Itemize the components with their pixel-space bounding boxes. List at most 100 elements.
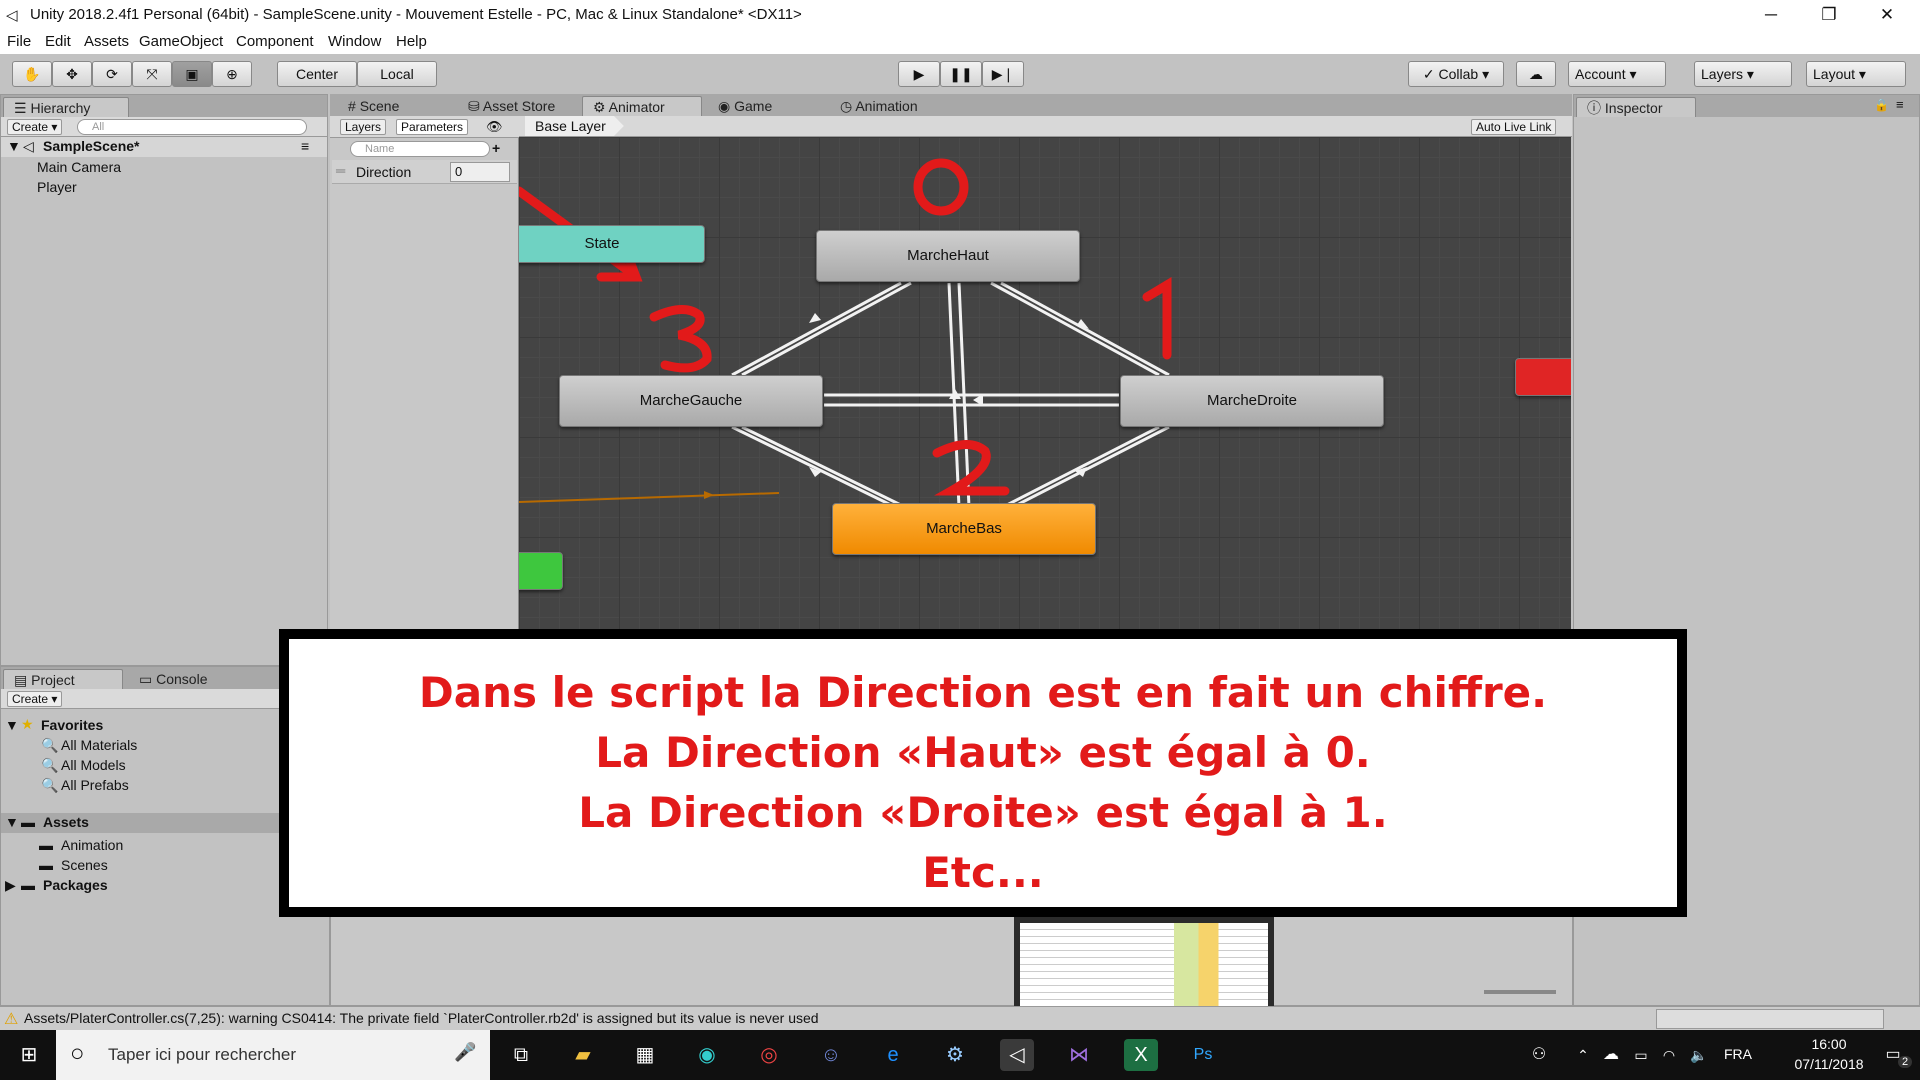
parameter-row[interactable]: ═ Direction 0: [332, 160, 517, 184]
scale-tool-icon[interactable]: ⤧: [132, 61, 172, 87]
tab-game[interactable]: ◉ Game: [708, 96, 782, 116]
state-marche-bas[interactable]: MarcheBas: [832, 503, 1096, 555]
maximize-button[interactable]: ❐: [1798, 0, 1860, 30]
file-explorer-icon[interactable]: ▰: [566, 1039, 600, 1071]
pivot-center-button[interactable]: Center: [277, 61, 357, 87]
lock-icon[interactable]: 🔒: [1874, 98, 1889, 112]
breadcrumb[interactable]: Base Layer: [525, 116, 624, 136]
create-label: Create: [12, 120, 49, 134]
state-marche-haut[interactable]: MarcheHaut: [816, 230, 1080, 282]
eye-icon[interactable]: 👁: [486, 119, 503, 135]
hierarchy-search-input[interactable]: All: [77, 119, 307, 135]
close-button[interactable]: ✕: [1856, 0, 1918, 30]
microphone-icon[interactable]: 🎤: [454, 1042, 476, 1063]
layers-dropdown[interactable]: Layers ▾: [1694, 61, 1792, 87]
panel-menu-icon[interactable]: ≡: [1896, 97, 1904, 112]
pause-button[interactable]: ❚❚: [940, 61, 982, 87]
zoom-slider[interactable]: [1484, 990, 1556, 994]
rect-tool-icon[interactable]: ▣: [172, 61, 212, 87]
packages-expand-icon[interactable]: ▶: [5, 877, 16, 894]
rotate-tool-icon[interactable]: ⟳: [92, 61, 132, 87]
chrome-icon[interactable]: ◎: [752, 1039, 786, 1071]
hierarchy-item-player[interactable]: Player: [37, 179, 77, 195]
photoshop-icon[interactable]: Ps: [1186, 1039, 1220, 1071]
menu-help[interactable]: Help: [396, 33, 427, 50]
tab-scene[interactable]: # Scene: [338, 96, 409, 116]
edge-icon[interactable]: e: [876, 1039, 910, 1071]
tab-animator[interactable]: ⚙ Animator: [582, 96, 702, 116]
taskbar-search-input[interactable]: Taper ici pour rechercher: [108, 1045, 296, 1065]
taskbar-search-box[interactable]: ○ Taper ici pour rechercher 🎤: [56, 1030, 490, 1080]
tab-project[interactable]: ▤ Project: [3, 669, 123, 689]
pivot-local-button[interactable]: Local: [357, 61, 437, 87]
add-parameter-icon[interactable]: +: [492, 140, 500, 156]
hierarchy-create-button[interactable]: Create ▾: [7, 119, 63, 135]
cloud-icon[interactable]: ☁: [1516, 61, 1556, 87]
menu-assets[interactable]: Assets: [84, 33, 129, 50]
state-marche-gauche[interactable]: MarcheGauche: [559, 375, 823, 427]
calculator-icon[interactable]: ▦: [628, 1039, 662, 1071]
scene-row[interactable]: ▼ ◁ SampleScene* ≡: [1, 137, 327, 157]
visual-studio-icon[interactable]: ⋈: [1062, 1039, 1096, 1071]
discord-icon[interactable]: ☺: [814, 1039, 848, 1071]
asset-scenes-folder[interactable]: Scenes: [61, 857, 108, 873]
parameter-value-field[interactable]: 0: [450, 162, 510, 182]
unity-taskbar-icon[interactable]: ◁: [1000, 1039, 1034, 1071]
layout-dropdown[interactable]: Layout ▾: [1806, 61, 1906, 87]
account-dropdown[interactable]: Account ▾: [1568, 61, 1666, 87]
tab-inspector[interactable]: ⓘ Inspector: [1576, 97, 1696, 117]
assets-expand-icon[interactable]: ▼: [5, 814, 19, 830]
clock-date[interactable]: 07/11/2018: [1788, 1056, 1870, 1072]
entry-node[interactable]: [519, 552, 563, 590]
hierarchy-panel: ☰ Hierarchy Create ▾ All ▼ ◁ SampleScene…: [0, 94, 328, 666]
favorites-expand-icon[interactable]: ▼: [5, 717, 19, 733]
collab-button[interactable]: ✓ Collab ▾: [1408, 61, 1504, 87]
gitkraken-icon[interactable]: ◉: [690, 1039, 724, 1071]
tab-animation[interactable]: ◷ Animation: [830, 96, 928, 116]
scene-expand-icon[interactable]: ▼: [7, 138, 21, 154]
packages-label[interactable]: Packages: [43, 877, 108, 893]
tab-console[interactable]: ▭ Console: [129, 669, 218, 689]
move-tool-icon[interactable]: ✥: [52, 61, 92, 87]
clock-time[interactable]: 16:00: [1788, 1036, 1870, 1052]
menu-window[interactable]: Window: [328, 33, 381, 50]
task-view-icon[interactable]: ⧉: [504, 1039, 538, 1071]
animator-graph[interactable]: State MarcheHaut MarcheGauche MarcheDroi…: [519, 137, 1571, 630]
minimize-button[interactable]: ─: [1740, 0, 1802, 30]
menu-gameobject[interactable]: GameObject: [139, 33, 223, 50]
windows-start-icon[interactable]: ⊞: [12, 1039, 46, 1071]
play-button[interactable]: ▶: [898, 61, 940, 87]
fav-all-materials[interactable]: All Materials: [61, 737, 137, 753]
language-indicator[interactable]: FRA: [1724, 1046, 1752, 1062]
step-button[interactable]: ▶❘: [982, 61, 1024, 87]
tab-parameters[interactable]: Parameters: [396, 119, 469, 135]
menu-component[interactable]: Component: [236, 33, 314, 50]
drag-handle-icon[interactable]: ═: [336, 163, 345, 178]
exit-node[interactable]: [1515, 358, 1571, 396]
volume-icon[interactable]: 🔈: [1682, 1039, 1716, 1071]
parameter-search-input[interactable]: Name: [350, 141, 490, 157]
hierarchy-item-main-camera[interactable]: Main Camera: [37, 159, 121, 175]
any-state-node[interactable]: State: [519, 225, 705, 263]
transform-tool-icon[interactable]: ⊕: [212, 61, 252, 87]
tab-asset-store[interactable]: ⛁ Asset Store: [458, 96, 565, 116]
auto-live-link-toggle[interactable]: Auto Live Link: [1471, 119, 1557, 135]
asset-animation-folder[interactable]: Animation: [61, 837, 123, 853]
project-create-button[interactable]: Create ▾: [7, 691, 63, 707]
scene-menu-icon[interactable]: ≡: [301, 138, 309, 154]
menu-edit[interactable]: Edit: [45, 33, 71, 50]
favorites-label[interactable]: Favorites: [41, 717, 103, 733]
fav-all-prefabs[interactable]: All Prefabs: [61, 777, 129, 793]
state-marche-droite[interactable]: MarcheDroite: [1120, 375, 1384, 427]
people-icon[interactable]: ⚇: [1522, 1039, 1556, 1071]
excel-icon[interactable]: X: [1124, 1039, 1158, 1071]
tab-layers[interactable]: Layers: [340, 119, 387, 135]
steam-icon[interactable]: ⚙: [938, 1039, 972, 1071]
hand-tool-icon[interactable]: ✋: [12, 61, 52, 87]
tab-hierarchy[interactable]: ☰ Hierarchy: [3, 97, 129, 117]
wifi-icon[interactable]: ◠: [1652, 1039, 1686, 1071]
fav-all-models[interactable]: All Models: [61, 757, 126, 773]
menu-file[interactable]: File: [7, 33, 31, 50]
status-warning-text[interactable]: Assets/PlaterController.cs(7,25): warnin…: [24, 1010, 1004, 1026]
onedrive-icon[interactable]: ☁: [1594, 1039, 1628, 1071]
